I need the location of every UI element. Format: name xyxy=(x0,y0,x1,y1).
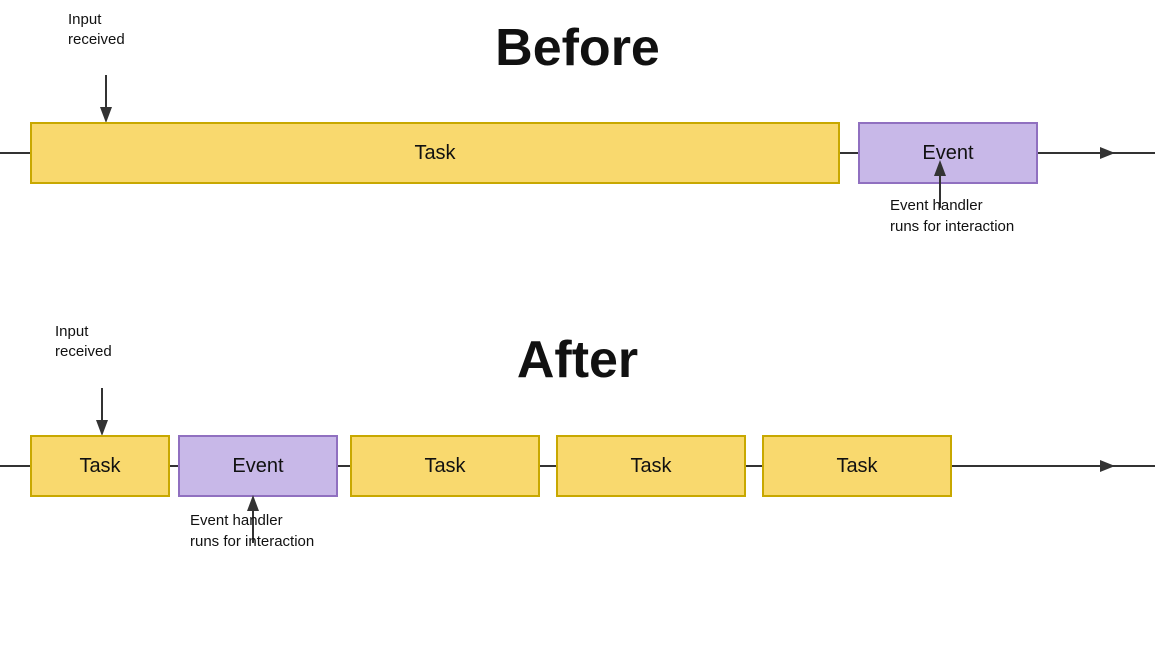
after-task-block-4: Task xyxy=(762,435,952,497)
after-input-label: Input received xyxy=(55,322,112,361)
after-input-arrow-down xyxy=(92,388,112,438)
after-timeline-arrow xyxy=(1100,458,1140,474)
after-event-block: Event xyxy=(178,435,338,497)
after-task-block-2: Task xyxy=(350,435,540,497)
after-title: After xyxy=(517,330,638,390)
before-timeline-arrow xyxy=(1100,145,1140,161)
diagram-container: Before Input received Task Event Event h… xyxy=(0,0,1155,647)
before-input-label: Input received xyxy=(68,10,125,49)
after-event-handler-label: Event handler runs for interaction xyxy=(190,510,314,552)
after-task-block-3: Task xyxy=(556,435,746,497)
before-input-arrow-down xyxy=(96,75,116,125)
before-title: Before xyxy=(495,18,660,78)
before-event-handler-label: Event handler runs for interaction xyxy=(890,195,1014,237)
before-task-block: Task xyxy=(30,122,840,184)
after-task-block-1: Task xyxy=(30,435,170,497)
